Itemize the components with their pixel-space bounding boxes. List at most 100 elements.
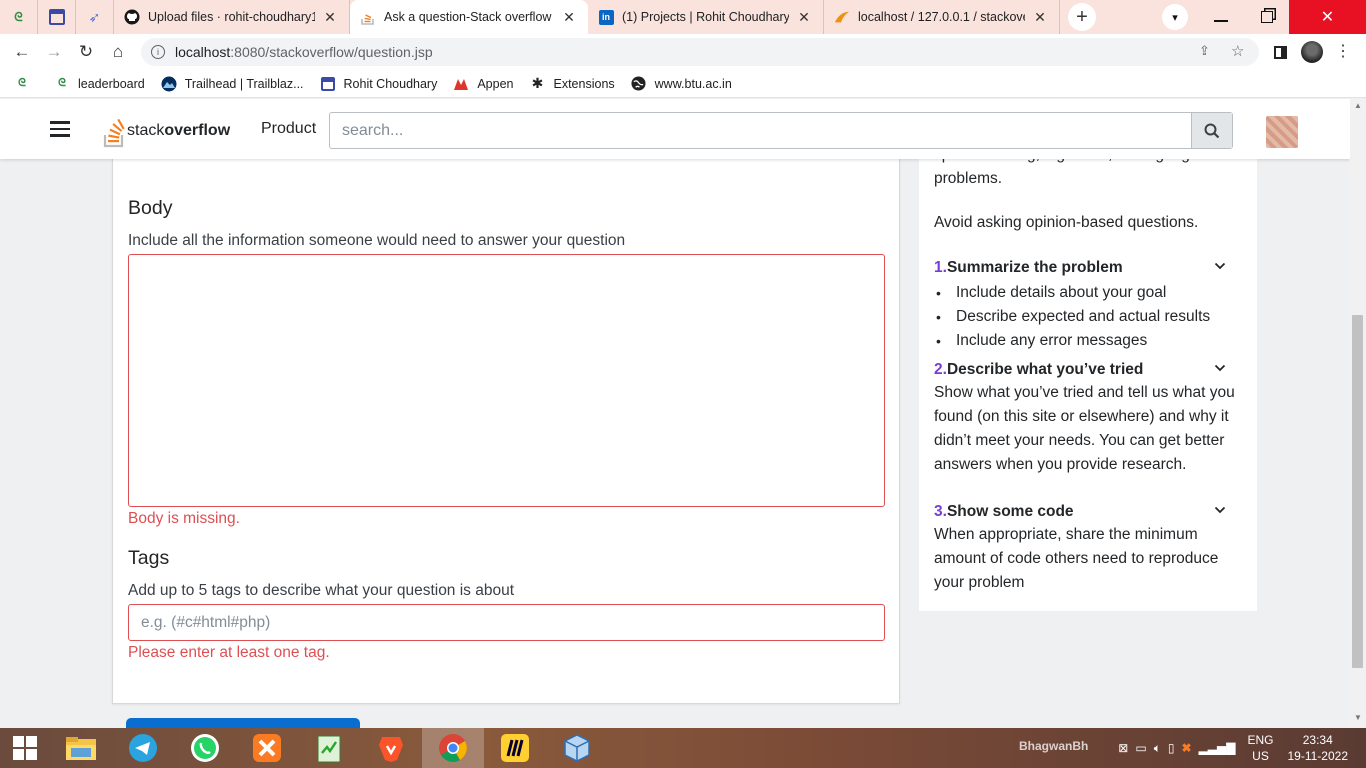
taskbar-virtualbox[interactable] xyxy=(546,728,608,768)
tab-label: Upload files · rohit-choudhary14 xyxy=(148,10,315,24)
bookmark-rohit[interactable]: Rohit Choudhary xyxy=(320,76,437,92)
globe-icon xyxy=(631,76,647,92)
close-window-button[interactable]: ✕ xyxy=(1289,0,1366,34)
appen-icon xyxy=(453,76,469,92)
taskbar-miro[interactable] xyxy=(484,728,546,768)
pinned-tab-rocket[interactable]: ➶ xyxy=(76,0,114,34)
network-warning-icon: ⊠ xyxy=(1118,741,1129,755)
tags-input[interactable] xyxy=(128,604,885,641)
side-panel-button[interactable] xyxy=(1264,36,1296,68)
clock-date: 19-11-2022 xyxy=(1287,749,1349,763)
step-2-heading[interactable]: 2.Describe what you’ve tried xyxy=(934,361,1143,379)
browser-tab[interactable]: Upload files · rohit-choudhary14 ✕ xyxy=(114,0,350,34)
new-tab-button[interactable]: + xyxy=(1068,3,1096,31)
taskbar-clock[interactable]: 23:34 19-11-2022 xyxy=(1288,732,1349,764)
step-3-heading[interactable]: 3.Show some code xyxy=(934,503,1074,521)
url-omnibox[interactable]: i localhost:8080/stackoverflow/question.… xyxy=(141,38,1259,66)
pinned-tab-geeksforgeeks[interactable]: ᘓ xyxy=(0,0,38,34)
input-language-indicator[interactable]: ENG US xyxy=(1247,732,1273,764)
calendar-icon xyxy=(48,9,65,25)
taskbar-whatsapp[interactable] xyxy=(174,728,236,768)
profile-button[interactable] xyxy=(1296,36,1328,68)
restore-button[interactable] xyxy=(1244,0,1290,34)
scrollbar-thumb[interactable] xyxy=(1352,315,1363,668)
asking-tips-card: specific coding, algorithm, or languagep… xyxy=(919,99,1257,611)
plus-icon: + xyxy=(1076,5,1088,28)
site-header: stackoverflow Product xyxy=(0,99,1350,159)
stackoverflow-icon xyxy=(360,9,376,25)
back-button[interactable]: ← xyxy=(6,36,38,68)
list-item: Include any error messages xyxy=(934,329,1210,353)
step-1-number: 1. xyxy=(934,259,947,276)
tab-search-button[interactable]: ▾ xyxy=(1160,0,1190,34)
user-avatar[interactable] xyxy=(1266,116,1298,148)
page-scrollbar[interactable]: ▲ ▼ xyxy=(1350,99,1366,728)
site-info-icon[interactable]: i xyxy=(151,45,165,59)
hamburger-menu-icon[interactable] xyxy=(50,121,70,137)
search-input[interactable] xyxy=(330,113,1191,148)
scroll-up-arrow-icon[interactable]: ▲ xyxy=(1354,101,1362,110)
taskbar-notepad[interactable] xyxy=(298,728,360,768)
windows-taskbar: BhagwanBh ⊠ ▭ 🔈︎ ▯ ✖ ▂▃▅▇ ENG US 23:34 19-… xyxy=(0,728,1366,768)
close-tab-icon[interactable]: ✕ xyxy=(1031,9,1049,26)
taskbar-brave[interactable] xyxy=(360,728,422,768)
close-tab-icon[interactable]: ✕ xyxy=(795,9,813,26)
share-icon[interactable]: ⇪ xyxy=(1199,43,1210,59)
taskbar-xampp[interactable] xyxy=(236,728,298,768)
taskbar-file-explorer[interactable] xyxy=(50,728,112,768)
forward-button[interactable]: → xyxy=(38,36,70,68)
reload-button[interactable]: ↻ xyxy=(70,36,102,68)
step-1-bullet-list: Include details about your goal Describe… xyxy=(934,281,1210,353)
close-tab-icon[interactable]: ✕ xyxy=(321,9,339,26)
restore-icon xyxy=(1261,11,1273,23)
bookmarks-bar: ᘓ ᘓ leaderboard Trailhead | Trailblaz... … xyxy=(0,70,1366,98)
chevron-down-icon[interactable] xyxy=(1214,362,1226,374)
bookmark-trailhead[interactable]: Trailhead | Trailblaz... xyxy=(161,76,304,92)
minimize-button[interactable] xyxy=(1198,0,1244,34)
wallpaper-watermark: BhagwanBh xyxy=(1019,739,1089,753)
bookmark-appen[interactable]: Appen xyxy=(453,76,514,92)
body-textarea[interactable] xyxy=(128,254,885,507)
step-1-title: Summarize the problem xyxy=(946,259,1123,276)
product-nav-link[interactable]: Product xyxy=(261,120,316,138)
bookmark-leaderboard[interactable]: ᘓ leaderboard xyxy=(54,76,145,92)
page-viewport: Body Include all the information someone… xyxy=(0,99,1350,728)
pinned-tab-calendar[interactable] xyxy=(38,0,76,34)
tags-field-title: Tags xyxy=(128,547,170,569)
body-field-title: Body xyxy=(128,197,173,219)
stackoverflow-logo[interactable]: stackoverflow xyxy=(103,108,230,148)
bookmark-extensions[interactable]: ✱ Extensions xyxy=(530,75,615,92)
side-panel-icon xyxy=(1273,45,1287,59)
step-1-heading[interactable]: 1.Summarize the problem xyxy=(934,259,1123,277)
tray-icons[interactable]: ⊠ ▭ 🔈︎ ▯ ✖ ▂▃▅▇ xyxy=(1118,741,1235,756)
start-button[interactable] xyxy=(0,728,50,768)
body-error-message: Body is missing. xyxy=(128,510,240,527)
browser-tab[interactable]: localhost / 127.0.0.1 / stackoverfl ✕ xyxy=(824,0,1060,34)
browser-tab-active[interactable]: Ask a question-Stack overflow ✕ xyxy=(350,0,588,34)
cube-icon xyxy=(564,734,590,762)
chevron-down-icon[interactable] xyxy=(1214,504,1226,516)
linkedin-icon: in xyxy=(598,9,614,25)
logo-wordmark-plain: stack xyxy=(127,122,165,139)
browser-tab[interactable]: in (1) Projects | Rohit Choudhary | L ✕ xyxy=(588,0,824,34)
url-path: :8080/stackoverflow/question.jsp xyxy=(230,44,433,60)
browser-menu-button[interactable]: ⋮ xyxy=(1327,36,1359,68)
bookmark-label: leaderboard xyxy=(78,76,145,91)
step-3-title: Show some code xyxy=(946,503,1074,520)
chevron-down-icon[interactable] xyxy=(1214,260,1226,272)
taskbar-chrome[interactable] xyxy=(422,728,484,768)
chrome-icon xyxy=(439,734,467,762)
close-tab-icon[interactable]: ✕ xyxy=(560,9,578,26)
search-button[interactable] xyxy=(1191,113,1232,148)
chevron-down-icon: ▾ xyxy=(1162,4,1188,30)
system-tray: ⊠ ▭ 🔈︎ ▯ ✖ ▂▃▅▇ ENG US 23:34 19-11-2022 xyxy=(1118,728,1366,768)
signal-icon: ▂▃▅▇ xyxy=(1198,741,1236,755)
taskbar-telegram[interactable] xyxy=(112,728,174,768)
scroll-down-arrow-icon[interactable]: ▼ xyxy=(1354,713,1362,722)
bookmark-star-icon[interactable]: ☆ xyxy=(1231,42,1244,60)
home-button[interactable]: ⌂ xyxy=(102,36,134,68)
logo-wordmark: stackoverflow xyxy=(127,122,230,140)
bookmark-gfg[interactable]: ᘓ xyxy=(14,76,38,92)
bookmark-btu[interactable]: www.btu.ac.in xyxy=(631,76,732,92)
submit-question-button[interactable] xyxy=(126,718,360,728)
